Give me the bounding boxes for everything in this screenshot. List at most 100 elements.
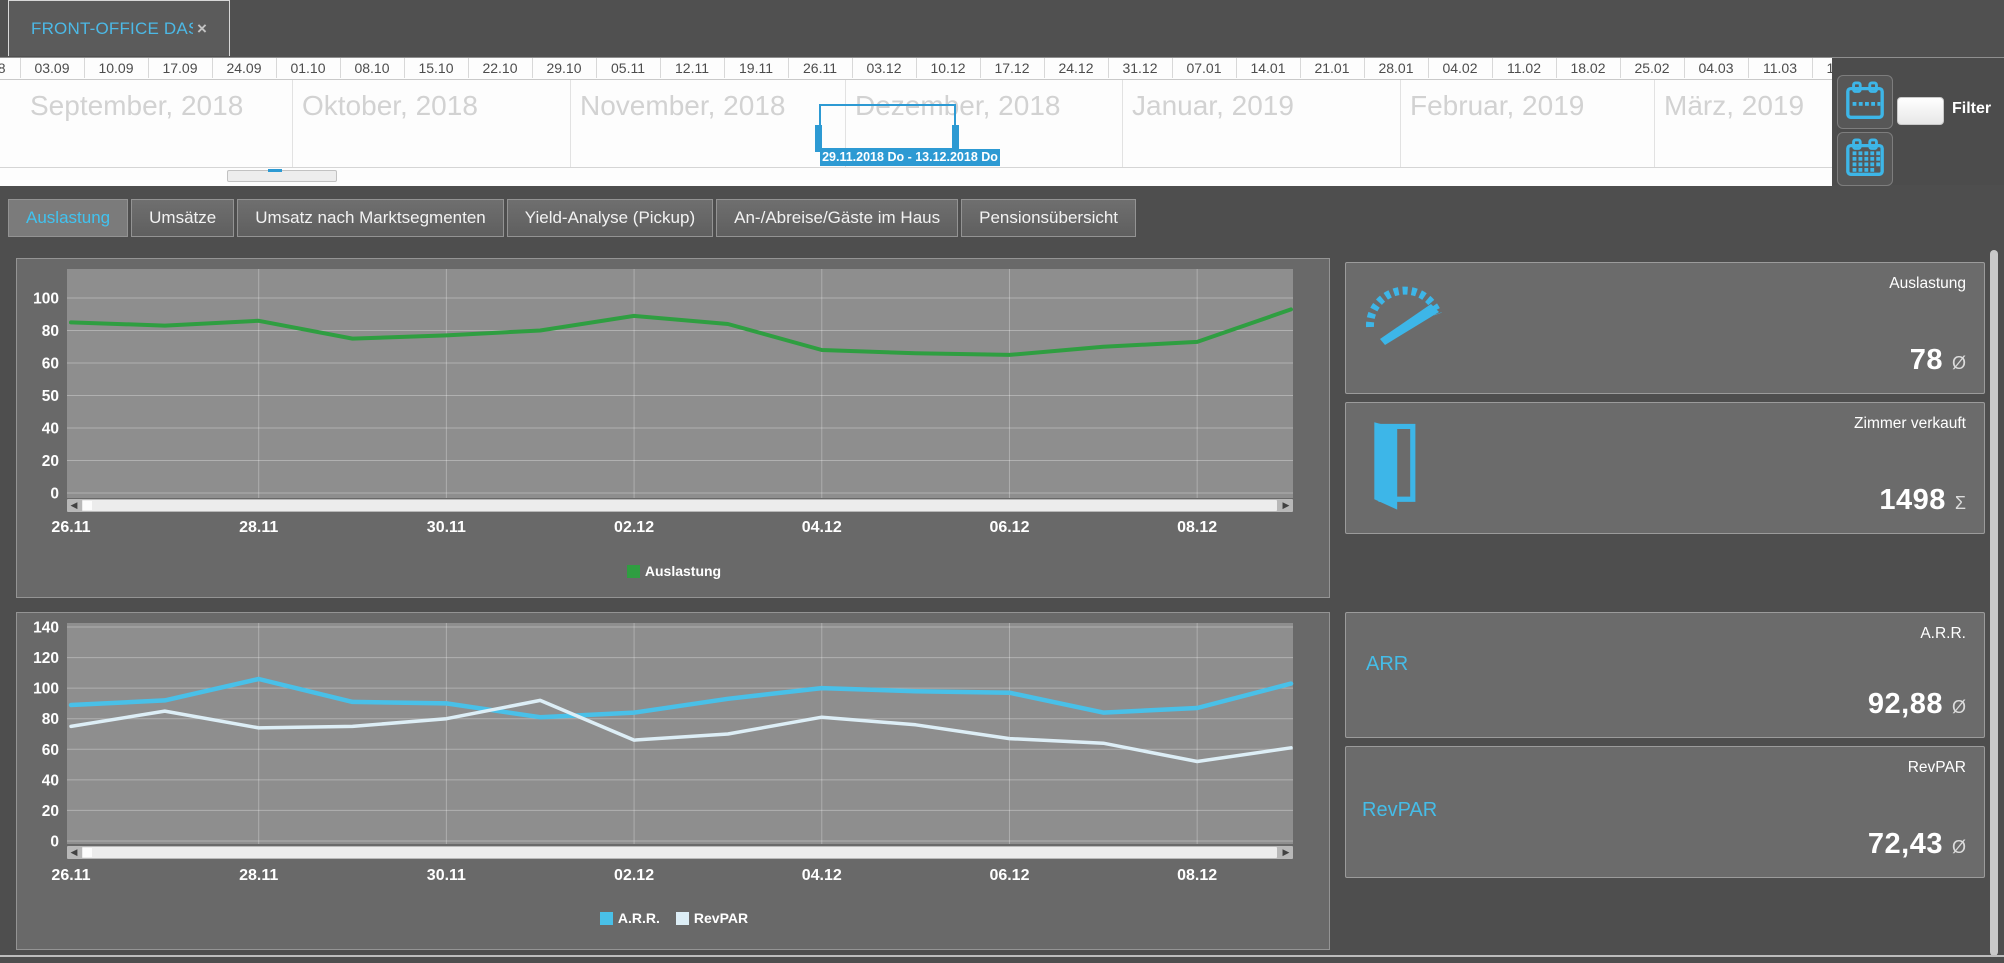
x-axis-label: 30.11	[427, 867, 466, 884]
kpi-card-zimmer-verkauft: Zimmer verkauft 1498 Σ	[1345, 402, 1985, 534]
month-label: Februar, 2019	[1410, 90, 1585, 121]
y-axis-label: 80	[42, 711, 59, 728]
tab-auslastung[interactable]: Auslastung	[8, 199, 129, 237]
calendar-week-icon	[1846, 81, 1884, 119]
y-axis-label: 100	[33, 291, 59, 308]
week-label: 03.09	[34, 60, 70, 76]
week-label: 11.02	[1507, 60, 1541, 76]
kpi-card-auslastung: Auslastung 78 Ø	[1345, 262, 1985, 394]
week-label: 31.12	[1122, 60, 1158, 76]
chart-legend: Auslastung	[17, 563, 1331, 579]
week-label: 25.02	[1634, 60, 1670, 76]
week-label: 21.01	[1314, 60, 1350, 76]
selection-rect[interactable]	[819, 104, 956, 150]
scroll-left-arrow[interactable]: ◀	[67, 846, 81, 859]
scrollbar-thumb[interactable]	[82, 847, 1277, 858]
week-label: 03.12	[866, 60, 902, 76]
week-label: 28.01	[1378, 60, 1414, 76]
occupancy-chart-panel: 100 80 60 50 40 20 0 26.11 28.11 30.11 02.12 04.12 0…	[16, 258, 1330, 598]
y-axis-label: 140	[33, 620, 59, 637]
arr-revpar-chart-panel: 140 120 100 80 60 40 20 0 26.11 28.11 30.11 02.12 04…	[16, 612, 1330, 950]
legend-item: A.R.R.	[599, 910, 660, 926]
scroll-left-arrow[interactable]: ◀	[67, 499, 81, 512]
dashboard-app: FRONT-OFFICE DASHBOARD × 27.08 03.09 10.09…	[0, 0, 2004, 963]
calendar-week-button[interactable]	[1837, 75, 1893, 129]
kpi-value: 1498	[1879, 484, 1946, 516]
window-tab[interactable]: FRONT-OFFICE DASHBOARD ×	[8, 0, 230, 56]
month-separator	[570, 80, 571, 167]
kpi-card-revpar: RevPAR RevPAR 72,43 Ø	[1345, 746, 1985, 878]
week-label: 05.11	[611, 60, 645, 76]
x-axis-label: 08.12	[1177, 867, 1217, 884]
x-axis-label: 28.11	[239, 519, 278, 536]
week-label: 15.10	[418, 60, 454, 76]
selection-handle-left[interactable]	[815, 125, 822, 152]
bottom-divider	[0, 955, 2004, 957]
x-axis-label: 02.12	[614, 519, 654, 536]
week-label: 04.02	[1442, 60, 1478, 76]
calendar-month-icon	[1846, 138, 1884, 176]
week-label: 14.01	[1250, 60, 1286, 76]
x-axis-label: 28.11	[239, 867, 278, 884]
legend-swatch	[599, 911, 613, 925]
week-label: 29.10	[546, 60, 582, 76]
chart-scrollbar[interactable]: ◀ ▶	[67, 499, 1293, 512]
filter-toggle[interactable]	[1897, 97, 1944, 125]
window-tab-title: FRONT-OFFICE DASHBOARD	[31, 18, 193, 38]
y-axis-label: 60	[42, 356, 59, 373]
x-axis-label: 08.12	[1177, 519, 1217, 536]
week-label: 18.02	[1570, 60, 1606, 76]
tab-yield-analyse-pickup-[interactable]: Yield-Analyse (Pickup)	[506, 199, 714, 237]
scroll-right-arrow[interactable]: ▶	[1279, 499, 1293, 512]
timeline-scale[interactable]: 27.08 03.09 10.09 17.09 24.09 01.10 08.10 15.10…	[0, 58, 1832, 186]
y-axis-label: 40	[42, 772, 59, 789]
scrollbar-thumb[interactable]	[82, 500, 1277, 511]
week-label: 10.12	[930, 60, 966, 76]
week-label: 12.11	[675, 60, 709, 76]
month-separator	[1654, 80, 1655, 167]
chart-scrollbar[interactable]: ◀ ▶	[67, 846, 1293, 859]
chart-canvas: 100 80 60 50 40 20 0 26.11 28.11 30.11 02.12 04.12 0…	[33, 269, 1293, 536]
selection-handle-right[interactable]	[952, 125, 959, 152]
calendar-month-button[interactable]	[1837, 132, 1893, 186]
timeline-scrollbar[interactable]	[227, 169, 337, 182]
average-symbol: Ø	[1951, 353, 1966, 373]
average-symbol: Ø	[1951, 837, 1966, 857]
close-icon[interactable]: ×	[197, 19, 207, 39]
y-axis-label: 0	[50, 486, 59, 503]
right-scrollbar[interactable]	[1990, 250, 1998, 956]
legend-swatch	[675, 911, 689, 925]
door-icon	[1374, 422, 1416, 510]
x-axis-label: 04.12	[802, 867, 842, 884]
week-label: 22.10	[482, 60, 518, 76]
sum-symbol: Σ	[1954, 493, 1966, 513]
week-label: 24.09	[226, 60, 262, 76]
y-axis-label: 20	[42, 453, 59, 470]
month-label: November, 2018	[580, 90, 786, 121]
month-label: März, 2019	[1664, 90, 1805, 121]
tab-umsätze[interactable]: Umsätze	[131, 199, 235, 237]
y-axis-label: 0	[50, 834, 59, 851]
gauge-icon	[1365, 286, 1442, 345]
selection-tooltip: 29.11.2018 Do - 13.12.2018 Do	[820, 149, 1000, 166]
week-label: 08.10	[354, 60, 390, 76]
kpi-value: 78	[1909, 344, 1943, 376]
x-axis-label: 06.12	[989, 867, 1029, 884]
arr-text-icon: ARR	[1366, 653, 1409, 675]
tab-pensionsübersicht[interactable]: Pensionsübersicht	[961, 199, 1137, 237]
week-label: 04.03	[1698, 60, 1734, 76]
week-label: 07.01	[1186, 60, 1222, 76]
kpi-label: RevPAR	[1907, 759, 1966, 776]
timeline-scrollbar-thumb[interactable]	[268, 169, 282, 172]
y-axis-label: 80	[42, 323, 59, 340]
plot-area	[67, 269, 1293, 498]
revpar-text-icon: RevPAR	[1362, 799, 1438, 821]
month-separator	[1122, 80, 1123, 167]
tab-umsatz-nach-marktsegmenten[interactable]: Umsatz nach Marktsegmenten	[237, 199, 504, 237]
kpi-label: Auslastung	[1889, 275, 1966, 292]
y-axis-label: 20	[42, 803, 59, 820]
y-axis-label: 40	[42, 421, 59, 438]
tab-an-abreise-gäste-im-haus[interactable]: An-/Abreise/Gäste im Haus	[716, 199, 959, 237]
scroll-right-arrow[interactable]: ▶	[1279, 846, 1293, 859]
kpi-label: Zimmer verkauft	[1854, 415, 1966, 432]
